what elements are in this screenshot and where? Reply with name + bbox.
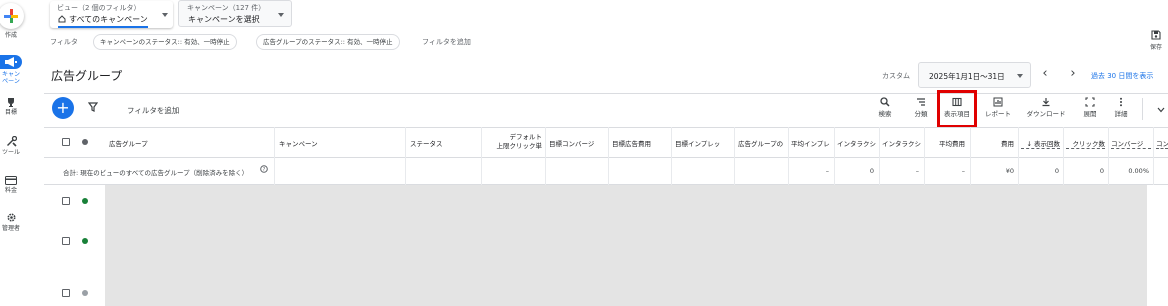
summary-interaction-rate: –: [915, 167, 919, 175]
page-title: 広告グループ: [51, 69, 123, 83]
status-removed-dot: [82, 290, 88, 296]
create-button[interactable]: [0, 3, 24, 29]
campaign-count: キャンペーン（127 件）: [187, 4, 266, 12]
date-range-selector[interactable]: 2025年1月1日〜31日: [918, 62, 1031, 88]
create-label: 作成: [4, 32, 17, 39]
col-avg-impression[interactable]: 平均インプレ: [791, 138, 831, 148]
sidebar-item-billing[interactable]: 料金: [0, 176, 22, 194]
date-custom-label: カスタム: [882, 72, 910, 80]
megaphone-icon: [5, 57, 17, 67]
col-interactions[interactable]: インタラクシ: [837, 138, 876, 148]
segment-button[interactable]: 分類: [911, 97, 931, 118]
summary-impressions: 0: [1054, 167, 1059, 175]
summary-cost: ¥0: [1005, 167, 1014, 175]
col-cost[interactable]: 費用: [973, 138, 1014, 148]
col-avg-cost[interactable]: 平均費用: [927, 138, 965, 148]
col-interaction-rate[interactable]: インタラクシ: [882, 138, 921, 148]
summary-clicks: 0: [1099, 167, 1104, 175]
col-target-impression[interactable]: 目標インプレッ: [675, 138, 731, 148]
view-filter-count: ビュー（2 個のフィルタ）: [57, 4, 141, 12]
col-impressions[interactable]: ↓ 表示回数: [1021, 138, 1060, 149]
chevron-down-icon: [162, 13, 168, 17]
status-enabled-dot: [82, 198, 88, 204]
sidebar-item-admin[interactable]: 管理者: [0, 212, 22, 232]
expand-button[interactable]: 展開: [1080, 97, 1100, 118]
col-status[interactable]: ステータス: [410, 138, 443, 148]
tools-icon: [6, 136, 17, 147]
campaign-selected: キャンペーンを選択: [188, 15, 260, 24]
col-default-bid[interactable]: デフォルト 上限クリック単: [484, 133, 543, 151]
campaigns-nav-pill[interactable]: [0, 55, 22, 69]
add-filter-link[interactable]: フィルタを追加: [422, 37, 471, 47]
help-icon[interactable]: ?: [260, 165, 268, 173]
sidebar-item-campaigns[interactable]: キャンペーン: [0, 71, 22, 85]
col-conversion-rate[interactable]: コン: [1156, 138, 1168, 149]
date-range-text: 2025年1月1日〜31日: [929, 72, 1005, 81]
sidebar-item-goals[interactable]: 目標: [0, 97, 22, 116]
select-all-checkbox[interactable]: [62, 138, 70, 146]
search-button[interactable]: 検索: [875, 97, 895, 118]
chevron-down-icon: [278, 13, 284, 17]
col-conversions[interactable]: コンバージ: [1111, 138, 1151, 149]
left-rail: 作成 キャンペーン 目標 ツール 料金 管理者: [0, 0, 24, 306]
col-ad-group-type[interactable]: 広告グループの: [738, 138, 785, 148]
summary-avg-impression: –: [825, 167, 829, 175]
toolbar-add-filter[interactable]: フィルタを追加: [127, 105, 179, 116]
details-button[interactable]: 詳細: [1111, 97, 1131, 118]
columns-button-highlight: [937, 90, 977, 128]
svg-text:?: ?: [263, 167, 266, 173]
home-icon: [58, 15, 66, 23]
date-next-button[interactable]: ›: [1066, 66, 1080, 81]
summary-conversions: 0.00%: [1128, 167, 1149, 175]
segment-icon: [917, 98, 925, 106]
summary-avg-cost: –: [961, 167, 965, 175]
view-selected: すべてのキャンペーン: [69, 15, 148, 24]
chevron-down-icon[interactable]: [1157, 107, 1165, 113]
save-button[interactable]: 保存: [1147, 30, 1165, 51]
filter-icon[interactable]: [88, 102, 98, 112]
gear-icon: [6, 213, 16, 222]
download-button[interactable]: ダウンロード: [1024, 97, 1068, 118]
expand-icon: [1085, 97, 1095, 107]
more-vert-icon: [1120, 97, 1122, 107]
download-icon: [1042, 98, 1050, 107]
row-checkbox[interactable]: [62, 237, 70, 245]
summary-label: 合計: 現在のビューのすべての広告グループ（削除済みを除く）: [63, 169, 249, 177]
status-dot-header: [82, 139, 88, 145]
summary-interactions: 0: [869, 167, 874, 175]
col-campaign[interactable]: キャンペーン: [279, 138, 318, 148]
report-button[interactable]: レポート: [984, 97, 1012, 118]
filter-label: フィルタ: [50, 38, 78, 46]
col-target-conversion[interactable]: 目標コンバージ: [549, 138, 605, 148]
trophy-icon: [8, 98, 14, 107]
row-checkbox[interactable]: [62, 197, 70, 205]
campaign-selector[interactable]: キャンペーン（127 件） キャンペーンを選択: [178, 0, 292, 27]
view-selector[interactable]: ビュー（2 個のフィルタ） すべてのキャンペーン: [50, 1, 173, 28]
search-icon: [880, 97, 890, 107]
redacted-rows-area: [105, 185, 1147, 306]
col-target-roas[interactable]: 目標広告費用: [612, 138, 668, 148]
credit-card-icon: [5, 176, 17, 185]
filter-chip-campaign-status[interactable]: キャンペーンのステータス:: 有効、一時停止: [93, 34, 237, 50]
row-checkbox[interactable]: [62, 289, 70, 297]
add-button[interactable]: +: [52, 97, 74, 119]
status-enabled-dot: [82, 238, 88, 244]
chevron-down-icon: [1017, 74, 1023, 78]
show-last-30-days-link[interactable]: 過去 30 日間を表示: [1091, 71, 1153, 81]
filter-chip-adgroup-status[interactable]: 広告グループのステータス:: 有効、一時停止: [256, 34, 400, 50]
date-prev-button[interactable]: ‹: [1038, 66, 1052, 81]
col-ad-group[interactable]: 広告グループ: [109, 138, 148, 148]
save-icon: [1151, 30, 1161, 40]
sidebar-item-tools[interactable]: ツール: [0, 136, 22, 156]
col-clicks[interactable]: クリック数: [1066, 138, 1105, 149]
report-icon: [993, 97, 1003, 107]
